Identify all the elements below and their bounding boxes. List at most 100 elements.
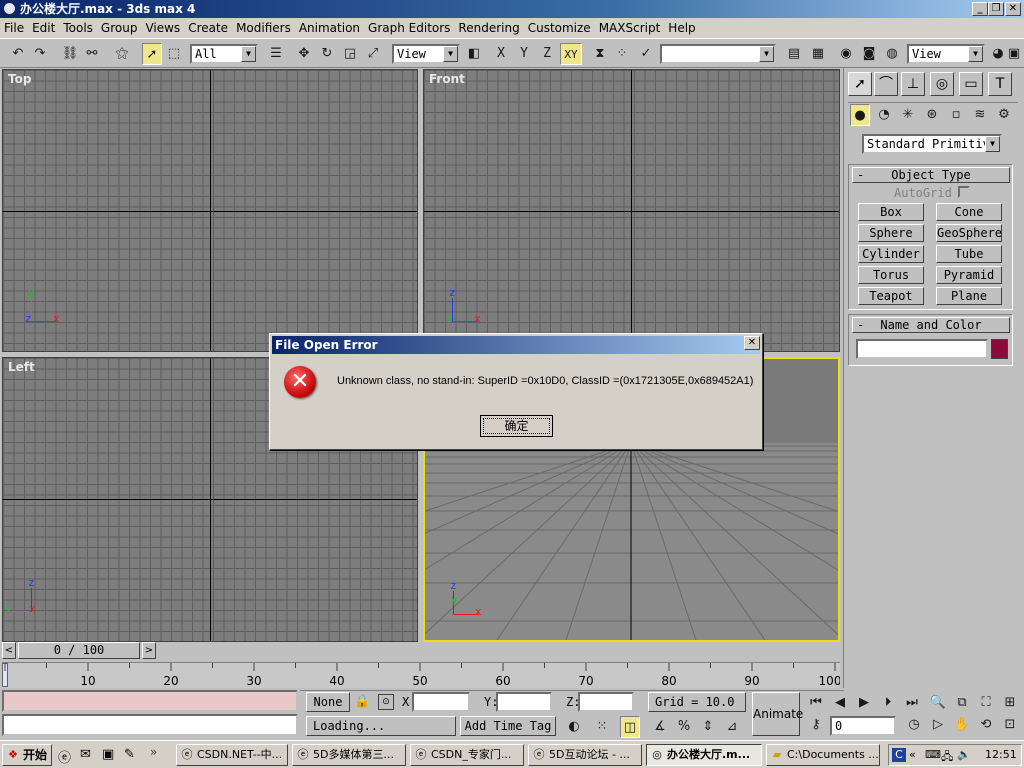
restrict-y-button[interactable]: Y <box>514 43 534 65</box>
zoom-extents-all-icon[interactable]: ⊞ <box>1000 692 1020 714</box>
menu-customize[interactable]: Customize <box>524 18 595 38</box>
arc-rotate-icon[interactable]: ⟲ <box>976 714 996 736</box>
key-mode-icon[interactable]: ⚷ <box>806 714 826 736</box>
previous-frame-icon[interactable]: ◀ <box>830 692 850 714</box>
menu-create[interactable]: Create <box>184 18 232 38</box>
menu-views[interactable]: Views <box>141 18 184 38</box>
time-slider-track[interactable]: < 0 / 100 > <box>2 642 840 660</box>
lights-category-icon[interactable]: ✳ <box>898 104 918 126</box>
spinner-snap-icon[interactable]: ⇕ <box>698 716 718 738</box>
window-crossing-icon[interactable]: ⊿ <box>722 716 742 738</box>
lock-selection-icon[interactable]: 🔒 <box>354 694 370 710</box>
snap-toggle-icon[interactable]: ◫ <box>620 716 640 738</box>
menu-animation[interactable]: Animation <box>295 18 364 38</box>
array-icon[interactable]: ⁘ <box>612 43 632 65</box>
task-5d-forum[interactable]: ⓔ 5D互动论坛 - ... <box>528 744 642 766</box>
select-by-name-icon[interactable]: ☰ <box>266 43 286 65</box>
desktop-quicklaunch-icon[interactable]: ▣ <box>102 747 114 762</box>
tool-quicklaunch-icon[interactable]: ✎ <box>124 747 135 762</box>
task-3dsmax[interactable]: ◎ 办公楼大厅.m... <box>646 744 762 766</box>
animate-button[interactable]: Animate <box>752 692 803 736</box>
y-coord-field[interactable] <box>496 692 552 712</box>
modify-tab-icon[interactable]: ⌒ <box>874 72 898 96</box>
motion-tab-icon[interactable]: ◎ <box>930 72 954 96</box>
tray-volume-icon[interactable]: 🔈 <box>957 748 971 761</box>
viewport-left-label[interactable]: Left <box>8 360 35 374</box>
viewport-front-label[interactable]: Front <box>429 72 465 86</box>
cone-button[interactable]: Cone <box>936 203 1002 221</box>
primitive-type-dropdown[interactable]: Standard Primitiv ▼ <box>862 134 1002 154</box>
torus-button[interactable]: Torus <box>858 266 924 284</box>
reference-coord-dropdown[interactable]: View ▼ <box>392 44 460 64</box>
systems-category-icon[interactable]: ⚙ <box>994 104 1014 126</box>
zoom-icon[interactable]: 🔍 <box>928 692 948 714</box>
material-editor-icon[interactable]: ◉ <box>836 43 856 65</box>
manipulate-icon[interactable]: ⤢ <box>363 43 383 65</box>
next-frame-arrow-icon[interactable]: > <box>142 642 156 659</box>
play-icon[interactable]: ▶ <box>854 692 874 714</box>
geosphere-button[interactable]: GeoSphere <box>936 224 1002 242</box>
utilities-tab-icon[interactable]: T <box>988 72 1012 96</box>
menu-tools[interactable]: Tools <box>59 18 97 38</box>
move-icon[interactable]: ✥ <box>294 43 314 65</box>
pan-icon[interactable]: ✋ <box>952 714 972 736</box>
time-slider-thumb[interactable]: 0 / 100 <box>18 642 140 659</box>
autogrid-checkbox[interactable] <box>958 186 970 198</box>
geometry-category-icon[interactable]: ● <box>850 104 870 126</box>
absolute-mode-icon[interactable]: ⊙ <box>378 694 394 710</box>
angle-snap-icon[interactable]: ∡ <box>650 716 670 738</box>
space-warps-category-icon[interactable]: ≋ <box>970 104 990 126</box>
current-frame-field[interactable]: 0 <box>830 716 896 736</box>
restrict-z-button[interactable]: Z <box>537 43 557 65</box>
tray-input-icon[interactable]: ⌨ <box>925 748 941 761</box>
viewport-front[interactable]: Front z y x <box>423 69 840 352</box>
tray-app-icon[interactable]: C <box>892 748 906 762</box>
box-button[interactable]: Box <box>858 203 924 221</box>
menu-modifiers[interactable]: Modifiers <box>232 18 295 38</box>
menu-help[interactable]: Help <box>664 18 699 38</box>
undo-icon[interactable]: ↶ <box>8 43 28 65</box>
x-coord-field[interactable] <box>412 692 470 712</box>
time-config-icon[interactable]: ◷ <box>904 714 924 736</box>
go-to-end-icon[interactable]: ⏭ <box>902 692 922 714</box>
selection-filter-dropdown[interactable]: All ▼ <box>190 44 258 64</box>
ie-quicklaunch-icon[interactable]: ⓔ <box>58 747 71 766</box>
object-type-rollout-header[interactable]: - Object Type <box>852 167 1010 183</box>
render-scene-icon[interactable]: ◙ <box>859 43 879 65</box>
render-last-icon[interactable]: ◕ <box>988 43 1008 65</box>
unlink-icon[interactable]: ⚯ <box>82 43 102 65</box>
task-csdn-1[interactable]: ⓔ CSDN.NET--中... <box>176 744 288 766</box>
redo-icon[interactable]: ↷ <box>30 43 50 65</box>
z-coord-field[interactable] <box>578 692 634 712</box>
track-view-icon[interactable]: ▤ <box>784 43 804 65</box>
quick-render-icon[interactable]: ◍ <box>882 43 902 65</box>
zoom-extents-icon[interactable]: ⛶ <box>976 692 996 714</box>
cylinder-button[interactable]: Cylinder <box>858 245 924 263</box>
tray-expand-icon[interactable]: « <box>909 748 916 761</box>
zoom-all-icon[interactable]: ⧉ <box>952 692 972 714</box>
percent-snap-icon[interactable]: % <box>674 716 694 738</box>
restrict-xy-button[interactable]: XY <box>560 43 582 65</box>
object-color-swatch[interactable] <box>991 339 1008 359</box>
schematic-view-icon[interactable]: ▦ <box>808 43 828 65</box>
hierarchy-tab-icon[interactable]: ⊥ <box>901 72 925 96</box>
mirror-icon[interactable]: ⧗ <box>590 43 610 65</box>
create-tab-icon[interactable]: ➚ <box>848 72 872 96</box>
field-of-view-icon[interactable]: ▷ <box>928 714 948 736</box>
tube-button[interactable]: Tube <box>936 245 1002 263</box>
go-to-start-icon[interactable]: ⏮ <box>806 692 826 714</box>
pivot-center-icon[interactable]: ◧ <box>464 43 484 65</box>
add-time-tag-button[interactable]: Add Time Tag <box>460 716 556 736</box>
environment-icon[interactable]: ▣ <box>1006 43 1022 65</box>
pyramid-button[interactable]: Pyramid <box>936 266 1002 284</box>
sphere-button[interactable]: Sphere <box>858 224 924 242</box>
rotate-icon[interactable]: ↻ <box>317 43 337 65</box>
teapot-button[interactable]: Teapot <box>858 287 924 305</box>
link-icon[interactable]: ⛓ <box>60 43 80 65</box>
helpers-category-icon[interactable]: ▫ <box>946 104 966 126</box>
shapes-category-icon[interactable]: ◔ <box>874 104 894 126</box>
ok-button[interactable]: 确定 <box>480 415 553 437</box>
outlook-quicklaunch-icon[interactable]: ✉ <box>80 747 91 762</box>
plane-button[interactable]: Plane <box>936 287 1002 305</box>
named-selection-dropdown[interactable]: ▼ <box>660 44 776 64</box>
